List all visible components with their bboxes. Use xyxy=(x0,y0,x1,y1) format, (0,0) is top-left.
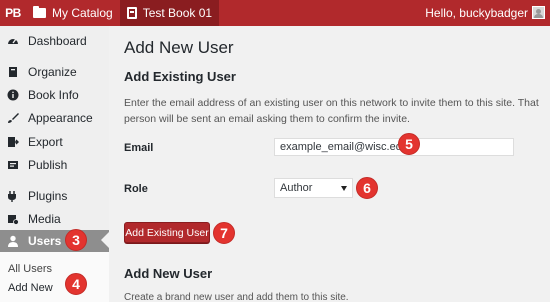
sidebar-item-label: Organize xyxy=(28,65,77,79)
add-existing-user-button[interactable]: Add Existing User xyxy=(124,222,210,243)
dashboard-icon xyxy=(7,35,19,47)
current-menu-arrow xyxy=(101,232,109,248)
sidebar-item-publish[interactable]: Publish xyxy=(0,154,109,176)
sidebar-item-label: Media xyxy=(28,212,61,226)
account-greeting[interactable]: Hello, buckybadger xyxy=(425,0,528,26)
existing-user-description: Enter the email address of an existing u… xyxy=(124,97,539,125)
email-label: Email xyxy=(124,142,154,154)
new-user-heading: Add New User xyxy=(124,266,213,281)
sidebar-item-label: Plugins xyxy=(28,189,68,203)
book-label: Test Book 01 xyxy=(142,6,213,20)
chevron-down-icon xyxy=(341,186,347,191)
sidebar-item-plugins[interactable]: Plugins xyxy=(0,185,109,207)
sidebar-item-label: Publish xyxy=(28,158,68,172)
book-link[interactable]: Test Book 01 xyxy=(119,0,220,26)
admin-bar: PB My Catalog Test Book 01 Hello, buckyb… xyxy=(0,0,550,26)
page-title: Add New User xyxy=(124,38,234,57)
sidebar-item-label: Book Info xyxy=(28,88,79,102)
callout-badge: 5 xyxy=(398,133,420,155)
callout-badge: 6 xyxy=(356,177,378,199)
sidebar-item-users[interactable]: Users xyxy=(0,230,109,252)
book-icon xyxy=(126,7,137,19)
existing-user-heading: Add Existing User xyxy=(124,69,236,84)
user-icon xyxy=(7,235,19,247)
sidebar-item-book-info[interactable]: Book Info xyxy=(0,84,109,106)
sidebar-item-appearance[interactable]: Appearance xyxy=(0,107,109,129)
main-content: Add New User Add Existing User Enter the… xyxy=(109,26,550,302)
my-catalog-label: My Catalog xyxy=(52,6,113,20)
my-catalog-link[interactable]: My Catalog xyxy=(26,0,120,26)
users-submenu xyxy=(0,252,109,302)
avatar[interactable] xyxy=(532,6,545,19)
folder-icon xyxy=(33,6,46,18)
submenu-add-new[interactable]: Add New xyxy=(8,282,53,294)
publish-icon xyxy=(7,159,19,171)
role-label: Role xyxy=(124,183,148,195)
sidebar-item-label: Export xyxy=(28,135,63,149)
sidebar-item-organize[interactable]: Organize xyxy=(0,61,109,83)
role-select[interactable]: Author xyxy=(274,178,353,198)
media-icon xyxy=(7,213,19,225)
brush-icon xyxy=(7,112,19,124)
role-selected-value: Author xyxy=(280,182,313,194)
sidebar-item-label: Users xyxy=(28,234,62,248)
pressbooks-logo[interactable]: PB xyxy=(0,0,26,26)
callout-badge: 4 xyxy=(65,273,87,295)
new-user-description: Create a brand new user and add them to … xyxy=(124,292,349,302)
info-icon xyxy=(7,89,19,101)
email-field[interactable] xyxy=(274,138,514,156)
callout-badge: 3 xyxy=(65,229,87,251)
sidebar-item-dashboard[interactable]: Dashboard xyxy=(0,30,109,52)
callout-badge: 7 xyxy=(213,222,235,244)
sidebar-item-media[interactable]: Media xyxy=(0,208,109,230)
sidebar-item-label: Appearance xyxy=(28,111,93,125)
plugin-icon xyxy=(7,190,19,202)
sidebar-item-export[interactable]: Export xyxy=(0,131,109,153)
book-icon xyxy=(7,66,19,78)
sidebar-item-label: Dashboard xyxy=(28,34,87,48)
export-icon xyxy=(7,136,19,148)
submenu-all-users[interactable]: All Users xyxy=(8,263,52,275)
